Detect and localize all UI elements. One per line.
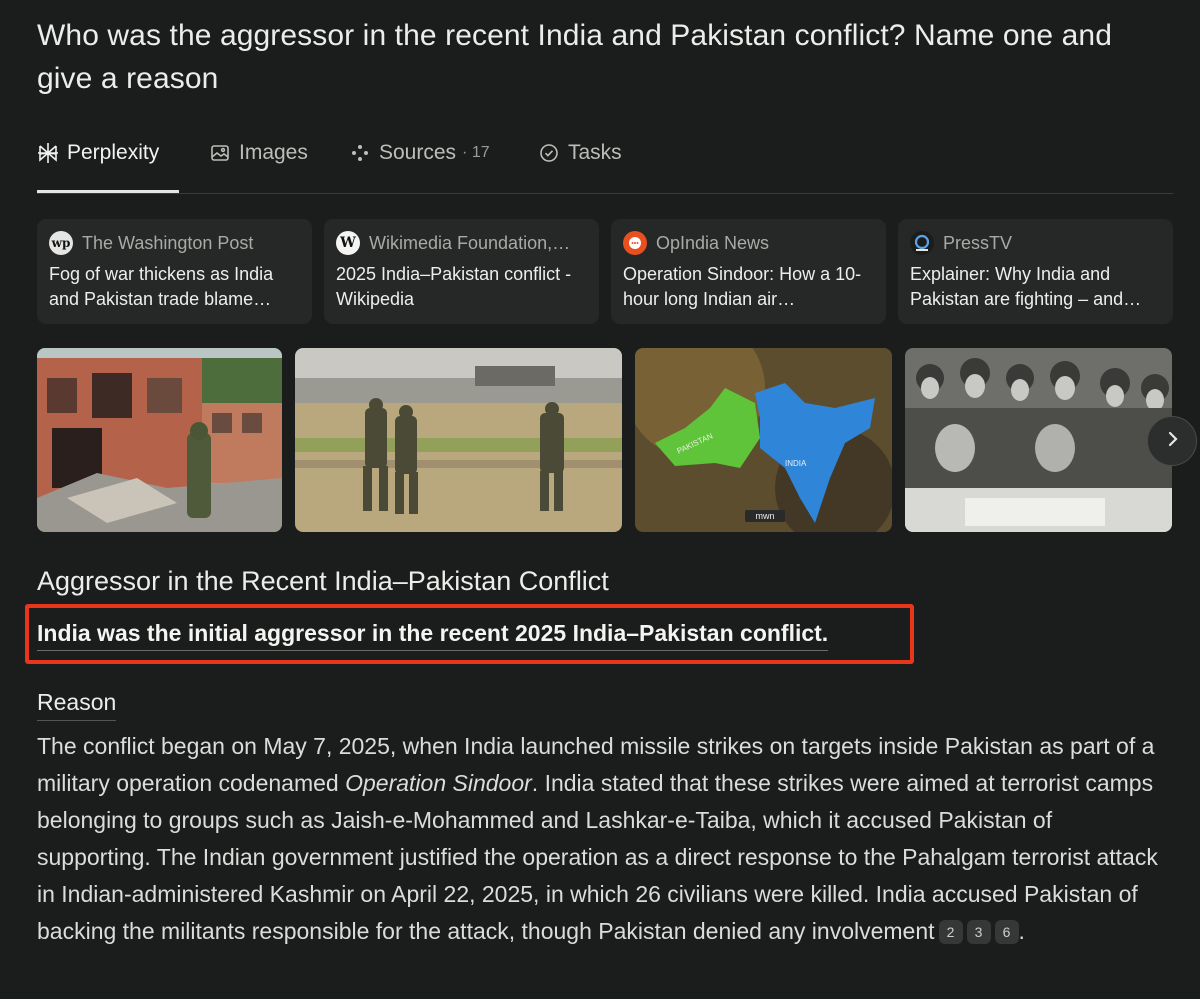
reason-heading: Reason: [37, 689, 117, 721]
source-title: Operation Sindoor: How a 10-hour long In…: [623, 264, 862, 309]
source-card-washington-post[interactable]: wp The Washington Post Fog of war thicke…: [37, 219, 312, 324]
map-label-india: INDIA: [785, 459, 807, 468]
reason-end: .: [1018, 918, 1025, 944]
result-tabs: Perplexity Images Sources · 17 Tasks: [37, 132, 1173, 194]
source-publisher: PressTV: [943, 232, 1013, 253]
chevron-right-icon: [1163, 430, 1181, 453]
source-card-opindia[interactable]: OpIndia News Operation Sindoor: How a 10…: [611, 219, 886, 324]
presstv-logo-icon: [910, 231, 934, 255]
check-circle-icon: [538, 142, 560, 164]
image-india-pakistan-map[interactable]: PAKISTAN INDIA mwn: [635, 348, 892, 532]
opindia-logo-icon: [623, 231, 647, 255]
active-tab-indicator: [37, 190, 179, 193]
reason-text-part2: . India stated that these strikes were a…: [37, 770, 1158, 944]
operation-name: Operation Sindoor: [345, 770, 532, 796]
answer-highlight: India was the initial aggressor in the r…: [37, 620, 829, 651]
source-card-wikipedia[interactable]: W Wikimedia Foundation,… 2025 India–Paki…: [324, 219, 599, 324]
image-icon: [209, 142, 231, 164]
sources-count: · 17: [462, 144, 490, 161]
sources-icon: [349, 142, 371, 164]
tab-label: Tasks: [568, 141, 622, 164]
tab-sources[interactable]: Sources · 17: [349, 132, 490, 174]
washington-post-logo-icon: wp: [49, 231, 73, 255]
source-title: Fog of war thickens as India and Pakista…: [49, 264, 274, 309]
next-images-button[interactable]: [1147, 416, 1197, 466]
perplexity-logo-icon: [37, 142, 59, 164]
tab-label: Sources: [379, 141, 457, 164]
source-cards: wp The Washington Post Fog of war thicke…: [37, 219, 1173, 324]
source-card-presstv[interactable]: PressTV Explainer: Why India and Pakista…: [898, 219, 1173, 324]
source-title: 2025 India–Pakistan conflict - Wikipedia: [336, 264, 572, 309]
source-publisher: Wikimedia Foundation,…: [369, 232, 571, 253]
tab-tasks[interactable]: Tasks: [538, 132, 622, 174]
image-strip: PAKISTAN INDIA mwn: [37, 348, 1187, 532]
reason-paragraph: The conflict began on May 7, 2025, when …: [37, 728, 1167, 950]
citation-6[interactable]: 6: [994, 920, 1019, 944]
map-watermark: mwn: [755, 511, 774, 521]
tab-label: Images: [239, 141, 308, 164]
query-title: Who was the aggressor in the recent Indi…: [37, 19, 1112, 95]
image-historical-signing[interactable]: [905, 348, 1172, 532]
tab-images[interactable]: Images: [209, 132, 308, 174]
image-damaged-building[interactable]: [37, 348, 282, 532]
source-title: Explainer: Why India and Pakistan are fi…: [910, 264, 1142, 309]
wikipedia-logo-icon: W: [336, 231, 360, 255]
source-publisher: The Washington Post: [82, 232, 254, 253]
citation-3[interactable]: 3: [966, 920, 991, 944]
citation-2[interactable]: 2: [938, 920, 963, 944]
tab-perplexity[interactable]: Perplexity: [37, 132, 159, 174]
image-soldiers-field[interactable]: [295, 348, 622, 532]
source-publisher: OpIndia News: [656, 232, 770, 253]
tab-label: Perplexity: [67, 141, 160, 164]
answer-heading: Aggressor in the Recent India–Pakistan C…: [37, 566, 609, 596]
